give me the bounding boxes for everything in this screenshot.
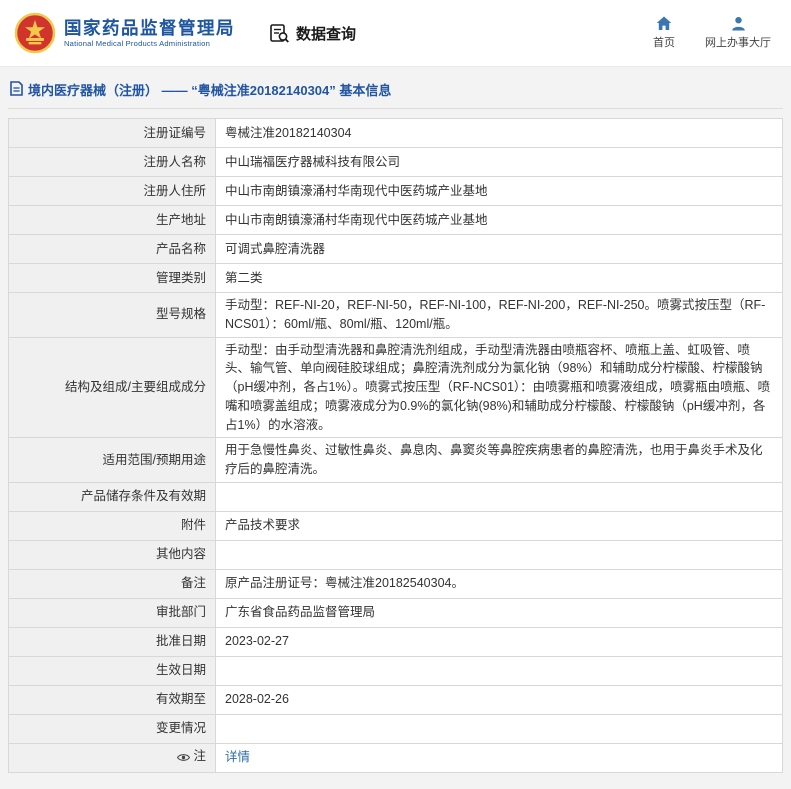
table-row-registrant-name: 注册人名称中山瑞福医疗器械科技有限公司 xyxy=(9,148,783,177)
page-title: 境内医疗器械（注册） —— “粤械注准20182140304” 基本信息 xyxy=(28,80,391,99)
row-value: 可调式鼻腔清洗器 xyxy=(216,235,783,264)
row-value: 2023-02-27 xyxy=(216,627,783,656)
table-row-intended-use: 适用范围/预期用途用于急慢性鼻炎、过敏性鼻炎、鼻息肉、鼻窦炎等鼻腔疾病患者的鼻腔… xyxy=(9,438,783,483)
row-value: 第二类 xyxy=(216,264,783,293)
row-label: 注册证编号 xyxy=(9,119,216,148)
nav-service-hall[interactable]: 网上办事大厅 xyxy=(705,16,771,50)
table-row-production-address: 生产地址中山市南朗镇濠涌村华南现代中医药城产业基地 xyxy=(9,206,783,235)
row-label: 注册人住所 xyxy=(9,177,216,206)
row-label: 注 xyxy=(9,743,216,772)
user-icon xyxy=(731,16,746,31)
row-value xyxy=(216,656,783,685)
table-row-management-class: 管理类别第二类 xyxy=(9,264,783,293)
row-label: 备注 xyxy=(9,569,216,598)
table-row-approval-dept: 审批部门广东省食品药品监督管理局 xyxy=(9,598,783,627)
row-value: 广东省食品药品监督管理局 xyxy=(216,598,783,627)
site-subtitle: National Medical Products Administration xyxy=(64,40,235,49)
row-value: 中山市南朗镇濠涌村华南现代中医药城产业基地 xyxy=(216,206,783,235)
row-label: 产品储存条件及有效期 xyxy=(9,482,216,511)
row-value xyxy=(216,714,783,743)
row-label: 型号规格 xyxy=(9,293,216,338)
row-label: 其他内容 xyxy=(9,540,216,569)
page-title-bar: 境内医疗器械（注册） —— “粤械注准20182140304” 基本信息 xyxy=(8,75,783,109)
eye-icon xyxy=(177,749,190,768)
table-row-registrant-address: 注册人住所中山市南朗镇濠涌村华南现代中医药城产业基地 xyxy=(9,177,783,206)
row-value: 手动型：由手动型清洗器和鼻腔清洗剂组成，手动型清洗器由喷瓶容杯、喷瓶上盖、虹吸管… xyxy=(216,337,783,438)
row-value xyxy=(216,540,783,569)
row-label: 有效期至 xyxy=(9,685,216,714)
site-logo: 国家药品监督管理局 National Medical Products Admi… xyxy=(14,12,235,54)
info-table-body: 注册证编号粤械注准20182140304 注册人名称中山瑞福医疗器械科技有限公司… xyxy=(9,119,783,773)
table-row-approval-date: 批准日期2023-02-27 xyxy=(9,627,783,656)
data-search-icon xyxy=(269,23,290,44)
row-value: 产品技术要求 xyxy=(216,511,783,540)
header-right-nav: 首页 网上办事大厅 xyxy=(653,16,771,50)
row-label: 审批部门 xyxy=(9,598,216,627)
row-label: 生产地址 xyxy=(9,206,216,235)
row-value: 详情 xyxy=(216,743,783,772)
table-row-attachment: 附件产品技术要求 xyxy=(9,511,783,540)
row-label: 管理类别 xyxy=(9,264,216,293)
table-row-effective-date: 生效日期 xyxy=(9,656,783,685)
table-row-storage: 产品储存条件及有效期 xyxy=(9,482,783,511)
table-row-product-name: 产品名称可调式鼻腔清洗器 xyxy=(9,235,783,264)
row-label: 产品名称 xyxy=(9,235,216,264)
content-area: 境内医疗器械（注册） —— “粤械注准20182140304” 基本信息 注册证… xyxy=(0,66,791,789)
row-label: 适用范围/预期用途 xyxy=(9,438,216,483)
registration-info-table: 注册证编号粤械注准20182140304 注册人名称中山瑞福医疗器械科技有限公司… xyxy=(8,118,783,773)
table-row-reg-number: 注册证编号粤械注准20182140304 xyxy=(9,119,783,148)
nav-home-label: 首页 xyxy=(653,34,675,50)
national-emblem-icon xyxy=(14,12,56,54)
row-value xyxy=(216,482,783,511)
site-header: 国家药品监督管理局 National Medical Products Admi… xyxy=(0,0,791,66)
document-icon xyxy=(10,81,23,99)
row-label: 结构及组成/主要组成成分 xyxy=(9,337,216,438)
row-value: 2028-02-26 xyxy=(216,685,783,714)
row-label: 注册人名称 xyxy=(9,148,216,177)
detail-link[interactable]: 详情 xyxy=(225,750,250,764)
row-label: 变更情况 xyxy=(9,714,216,743)
row-value: 中山瑞福医疗器械科技有限公司 xyxy=(216,148,783,177)
table-row-expiry-date: 有效期至2028-02-26 xyxy=(9,685,783,714)
note-label: 注 xyxy=(193,749,206,763)
nav-home[interactable]: 首页 xyxy=(653,16,675,50)
home-icon xyxy=(656,16,672,31)
row-value: 粤械注准20182140304 xyxy=(216,119,783,148)
table-row-other-content: 其他内容 xyxy=(9,540,783,569)
table-row-change-status: 变更情况 xyxy=(9,714,783,743)
table-row-remarks: 备注原产品注册证号：粤械注准20182540304。 xyxy=(9,569,783,598)
data-query-nav[interactable]: 数据查询 xyxy=(269,23,356,44)
table-row-note: 注 详情 xyxy=(9,743,783,772)
row-label: 生效日期 xyxy=(9,656,216,685)
site-title: 国家药品监督管理局 xyxy=(64,18,235,38)
nav-service-hall-label: 网上办事大厅 xyxy=(705,34,771,50)
row-value: 手动型：REF-NI-20，REF-NI-50，REF-NI-100，REF-N… xyxy=(216,293,783,338)
row-label: 附件 xyxy=(9,511,216,540)
row-label: 批准日期 xyxy=(9,627,216,656)
brand-text: 国家药品监督管理局 National Medical Products Admi… xyxy=(64,18,235,49)
row-value: 中山市南朗镇濠涌村华南现代中医药城产业基地 xyxy=(216,177,783,206)
table-row-composition: 结构及组成/主要组成成分手动型：由手动型清洗器和鼻腔清洗剂组成，手动型清洗器由喷… xyxy=(9,337,783,438)
row-value: 原产品注册证号：粤械注准20182540304。 xyxy=(216,569,783,598)
data-query-label: 数据查询 xyxy=(296,23,356,44)
table-row-model-spec: 型号规格手动型：REF-NI-20，REF-NI-50，REF-NI-100，R… xyxy=(9,293,783,338)
row-value: 用于急慢性鼻炎、过敏性鼻炎、鼻息肉、鼻窦炎等鼻腔疾病患者的鼻腔清洗，也用于鼻炎手… xyxy=(216,438,783,483)
